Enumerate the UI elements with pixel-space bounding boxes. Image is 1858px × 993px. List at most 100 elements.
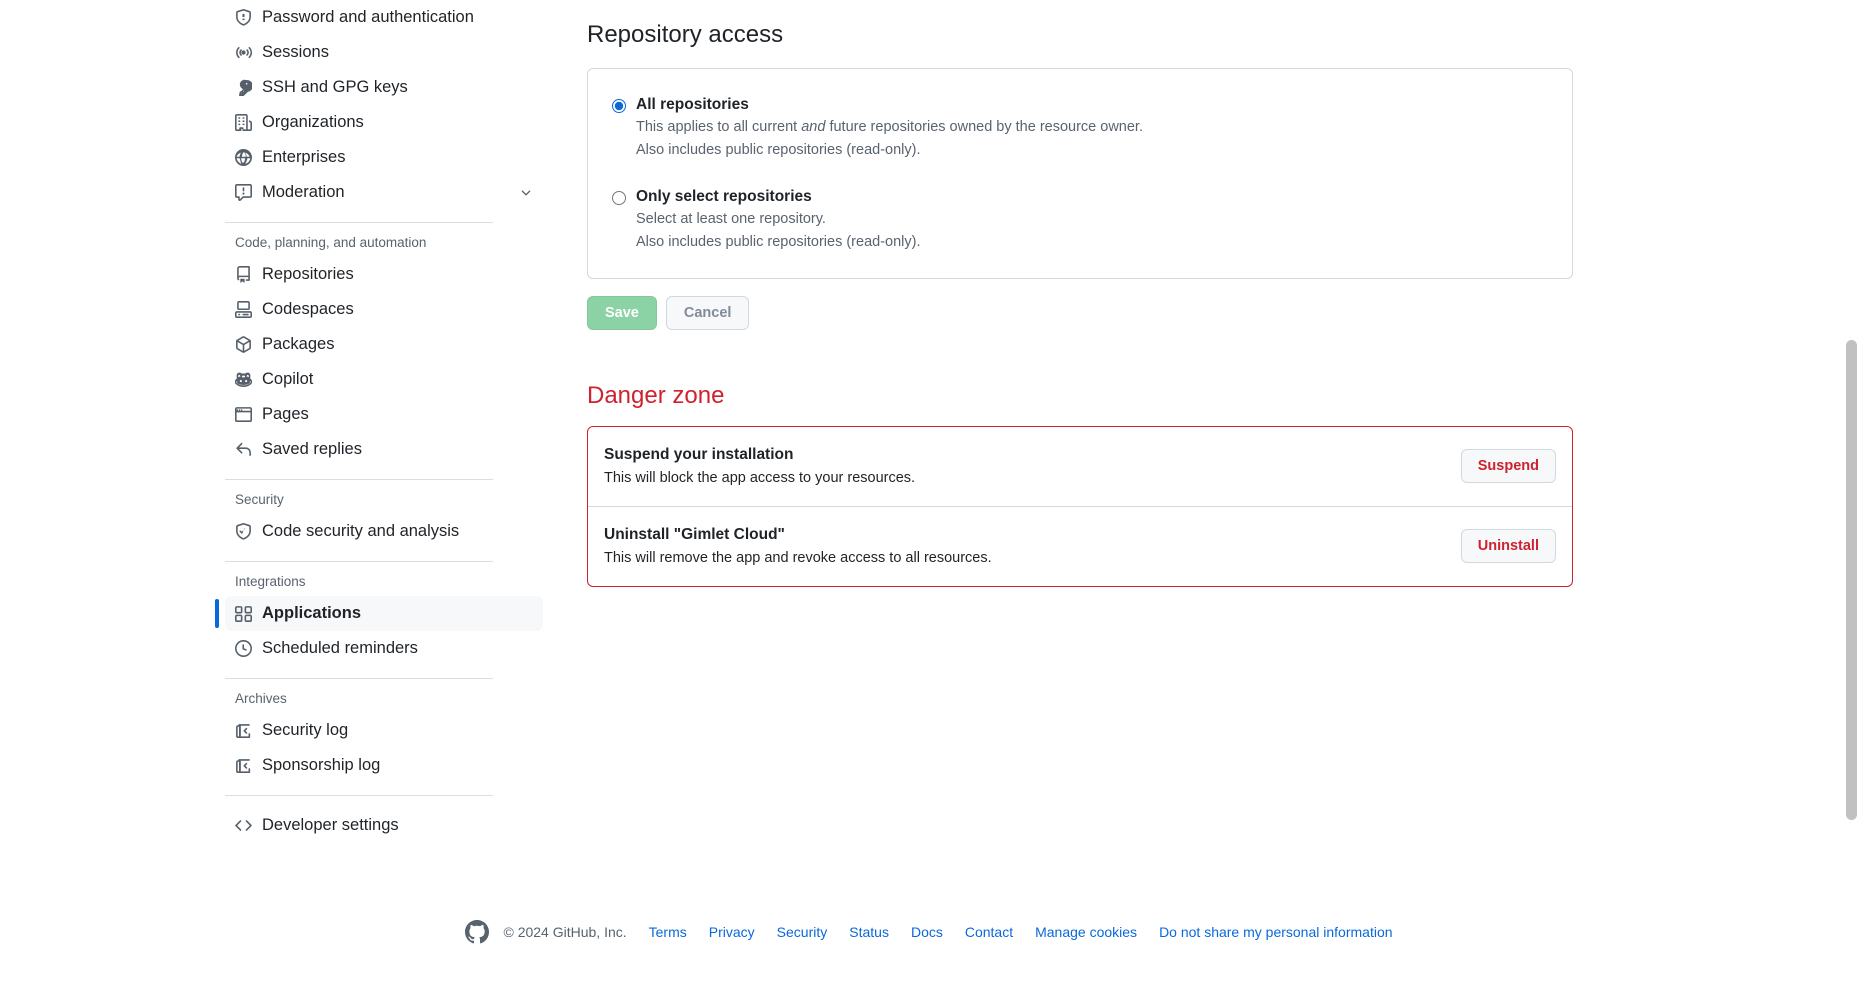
key-icon (235, 79, 252, 96)
sidebar-group-list: Repositories Codespaces Packages Copilot Pag… (225, 257, 543, 467)
footer-link-status[interactable]: Status (849, 924, 889, 940)
sidebar-item-copilot[interactable]: Copilot (225, 362, 543, 397)
danger-uninstall-title: Uninstall "Gimlet Cloud" (604, 525, 785, 543)
radio-all-repositories[interactable] (612, 99, 626, 113)
sidebar-item-label: Developer settings (262, 816, 399, 834)
radio-option-all-repositories[interactable]: All repositories This applies to all cur… (604, 85, 1556, 169)
sidebar-item-label: Code security and analysis (262, 522, 460, 540)
sidebar-item-packages[interactable]: Packages (225, 327, 543, 362)
danger-zone-box: Suspend your installation This will bloc… (587, 425, 1573, 587)
footer-link-terms[interactable]: Terms (649, 924, 687, 940)
footer-link-do-not-share-my-personal-information[interactable]: Do not share my personal information (1159, 924, 1392, 940)
sidebar-group-list: Applications Scheduled reminders (215, 596, 543, 666)
footer-link-contact[interactable]: Contact (965, 924, 1013, 940)
sidebar-item-code-security-and-analysis[interactable]: Code security and analysis (225, 514, 543, 549)
desc-text-before: This applies to all current (636, 118, 802, 135)
sidebar-group-title: Security (235, 492, 284, 507)
danger-row-uninstall: Uninstall "Gimlet Cloud" This will remov… (588, 505, 1572, 586)
page-scrollbar[interactable] (1844, 0, 1858, 993)
sidebar-item-label: Password and authentication (262, 8, 474, 26)
settings-page: Password and authentication Sessions SSH a… (0, 0, 1858, 993)
sidebar-item-sponsorship-log[interactable]: Sponsorship log (225, 748, 543, 783)
globe-icon (235, 149, 252, 166)
sidebar-item-repositories[interactable]: Repositories (225, 257, 543, 292)
sidebar-divider (225, 479, 493, 480)
radio-desc-all-repositories-line2: Also includes public repositories (read-… (636, 141, 921, 158)
footer-link-privacy[interactable]: Privacy (709, 924, 755, 940)
danger-uninstall-description: This will remove the app and revoke acce… (604, 550, 992, 567)
sidebar-item-pages[interactable]: Pages (225, 397, 543, 432)
sidebar-item-sessions[interactable]: Sessions (225, 35, 543, 70)
sidebar-group-title: Integrations (235, 574, 306, 589)
sidebar-group-list: Code security and analysis (225, 514, 543, 549)
desc-text-emphasis: and (801, 118, 826, 135)
sidebar-item-label: Repositories (262, 265, 354, 283)
sidebar-group-list: Security log Sponsorship log (225, 713, 543, 783)
footer-link-docs[interactable]: Docs (911, 924, 943, 940)
broadcast-icon (235, 44, 252, 61)
sidebar-item-codespaces[interactable]: Codespaces (225, 292, 543, 327)
suspend-button[interactable]: Suspend (1460, 449, 1556, 484)
radio-desc-only-select-line2: Also includes public repositories (read-… (636, 234, 921, 251)
uninstall-button[interactable]: Uninstall (1460, 529, 1556, 564)
radio-desc-all-repositories-line1: This applies to all current and future r… (636, 117, 1143, 139)
sidebar-item-label: Saved replies (262, 440, 362, 458)
form-actions: Save Cancel (587, 295, 1573, 330)
sidebar-item-applications[interactable]: Applications (215, 596, 543, 631)
page-title: Repository access (587, 21, 784, 48)
radio-label-only-select-repositories[interactable]: Only select repositories (636, 187, 921, 208)
sidebar-divider (225, 795, 493, 796)
radio-label-all-repositories[interactable]: All repositories (636, 95, 1143, 116)
sidebar-item-ssh-and-gpg-keys[interactable]: SSH and GPG keys (225, 70, 543, 105)
sidebar-item-label: Applications (262, 604, 362, 622)
sidebar-group-title: Archives (235, 691, 287, 706)
cancel-button[interactable]: Cancel (665, 295, 750, 330)
radio-desc-only-select-line1: Select at least one repository. (636, 211, 826, 228)
sidebar-item-saved-replies[interactable]: Saved replies (225, 432, 543, 467)
copilot-icon (235, 371, 252, 388)
sidebar-item-developer-settings[interactable]: Developer settings (225, 808, 543, 843)
footer-link-security[interactable]: Security (777, 924, 828, 940)
sidebar-item-enterprises[interactable]: Enterprises (225, 140, 543, 175)
sidebar-item-label: Pages (262, 405, 309, 423)
sidebar-item-label: Organizations (262, 113, 364, 131)
github-logo-icon (465, 920, 490, 944)
sidebar-item-label: Enterprises (262, 148, 346, 166)
sidebar-item-label: Moderation (262, 183, 345, 201)
log-icon (235, 722, 252, 739)
sidebar-item-scheduled-reminders[interactable]: Scheduled reminders (225, 631, 543, 666)
package-icon (235, 336, 252, 353)
codespaces-icon (235, 301, 252, 318)
sidebar-item-label: Sessions (262, 43, 329, 61)
radio-option-only-select-repositories[interactable]: Only select repositories Select at least… (604, 169, 1556, 261)
sidebar-divider (225, 222, 493, 223)
sidebar-item-label: Copilot (262, 370, 314, 388)
browser-icon (235, 406, 252, 423)
chevron-down-icon[interactable] (519, 186, 533, 200)
code-icon (235, 817, 252, 834)
shield-lock-icon (235, 9, 252, 26)
danger-suspend-description: This will block the app access to your r… (604, 470, 916, 487)
sidebar-item-label: Security log (262, 721, 349, 739)
sidebar-item-moderation[interactable]: Moderation (225, 175, 543, 210)
sidebar-item-password-and-authentication[interactable]: Password and authentication (225, 0, 543, 35)
scrollbar-thumb[interactable] (1846, 340, 1857, 820)
sidebar-item-label: Packages (262, 335, 335, 353)
repo-icon (235, 266, 252, 283)
radio-only-select-repositories[interactable] (612, 191, 626, 206)
danger-suspend-title: Suspend your installation (604, 445, 794, 463)
reply-icon (235, 441, 252, 458)
footer-copyright: © 2024 GitHub, Inc. (503, 924, 627, 940)
sidebar-item-label: Sponsorship log (262, 756, 381, 774)
sidebar-item-organizations[interactable]: Organizations (225, 105, 543, 140)
repository-access-box: All repositories This applies to all cur… (587, 68, 1573, 279)
report-icon (235, 184, 252, 201)
sidebar-divider (225, 561, 493, 562)
footer-link-manage-cookies[interactable]: Manage cookies (1035, 924, 1137, 940)
sidebar-divider (225, 678, 493, 679)
sidebar-item-security-log[interactable]: Security log (225, 713, 543, 748)
save-button[interactable]: Save (587, 295, 657, 330)
page-footer: © 2024 GitHub, Inc. Terms Privacy Security… (0, 920, 1858, 944)
danger-zone-title: Danger zone (587, 381, 725, 409)
danger-row-suspend: Suspend your installation This will bloc… (588, 427, 1572, 506)
